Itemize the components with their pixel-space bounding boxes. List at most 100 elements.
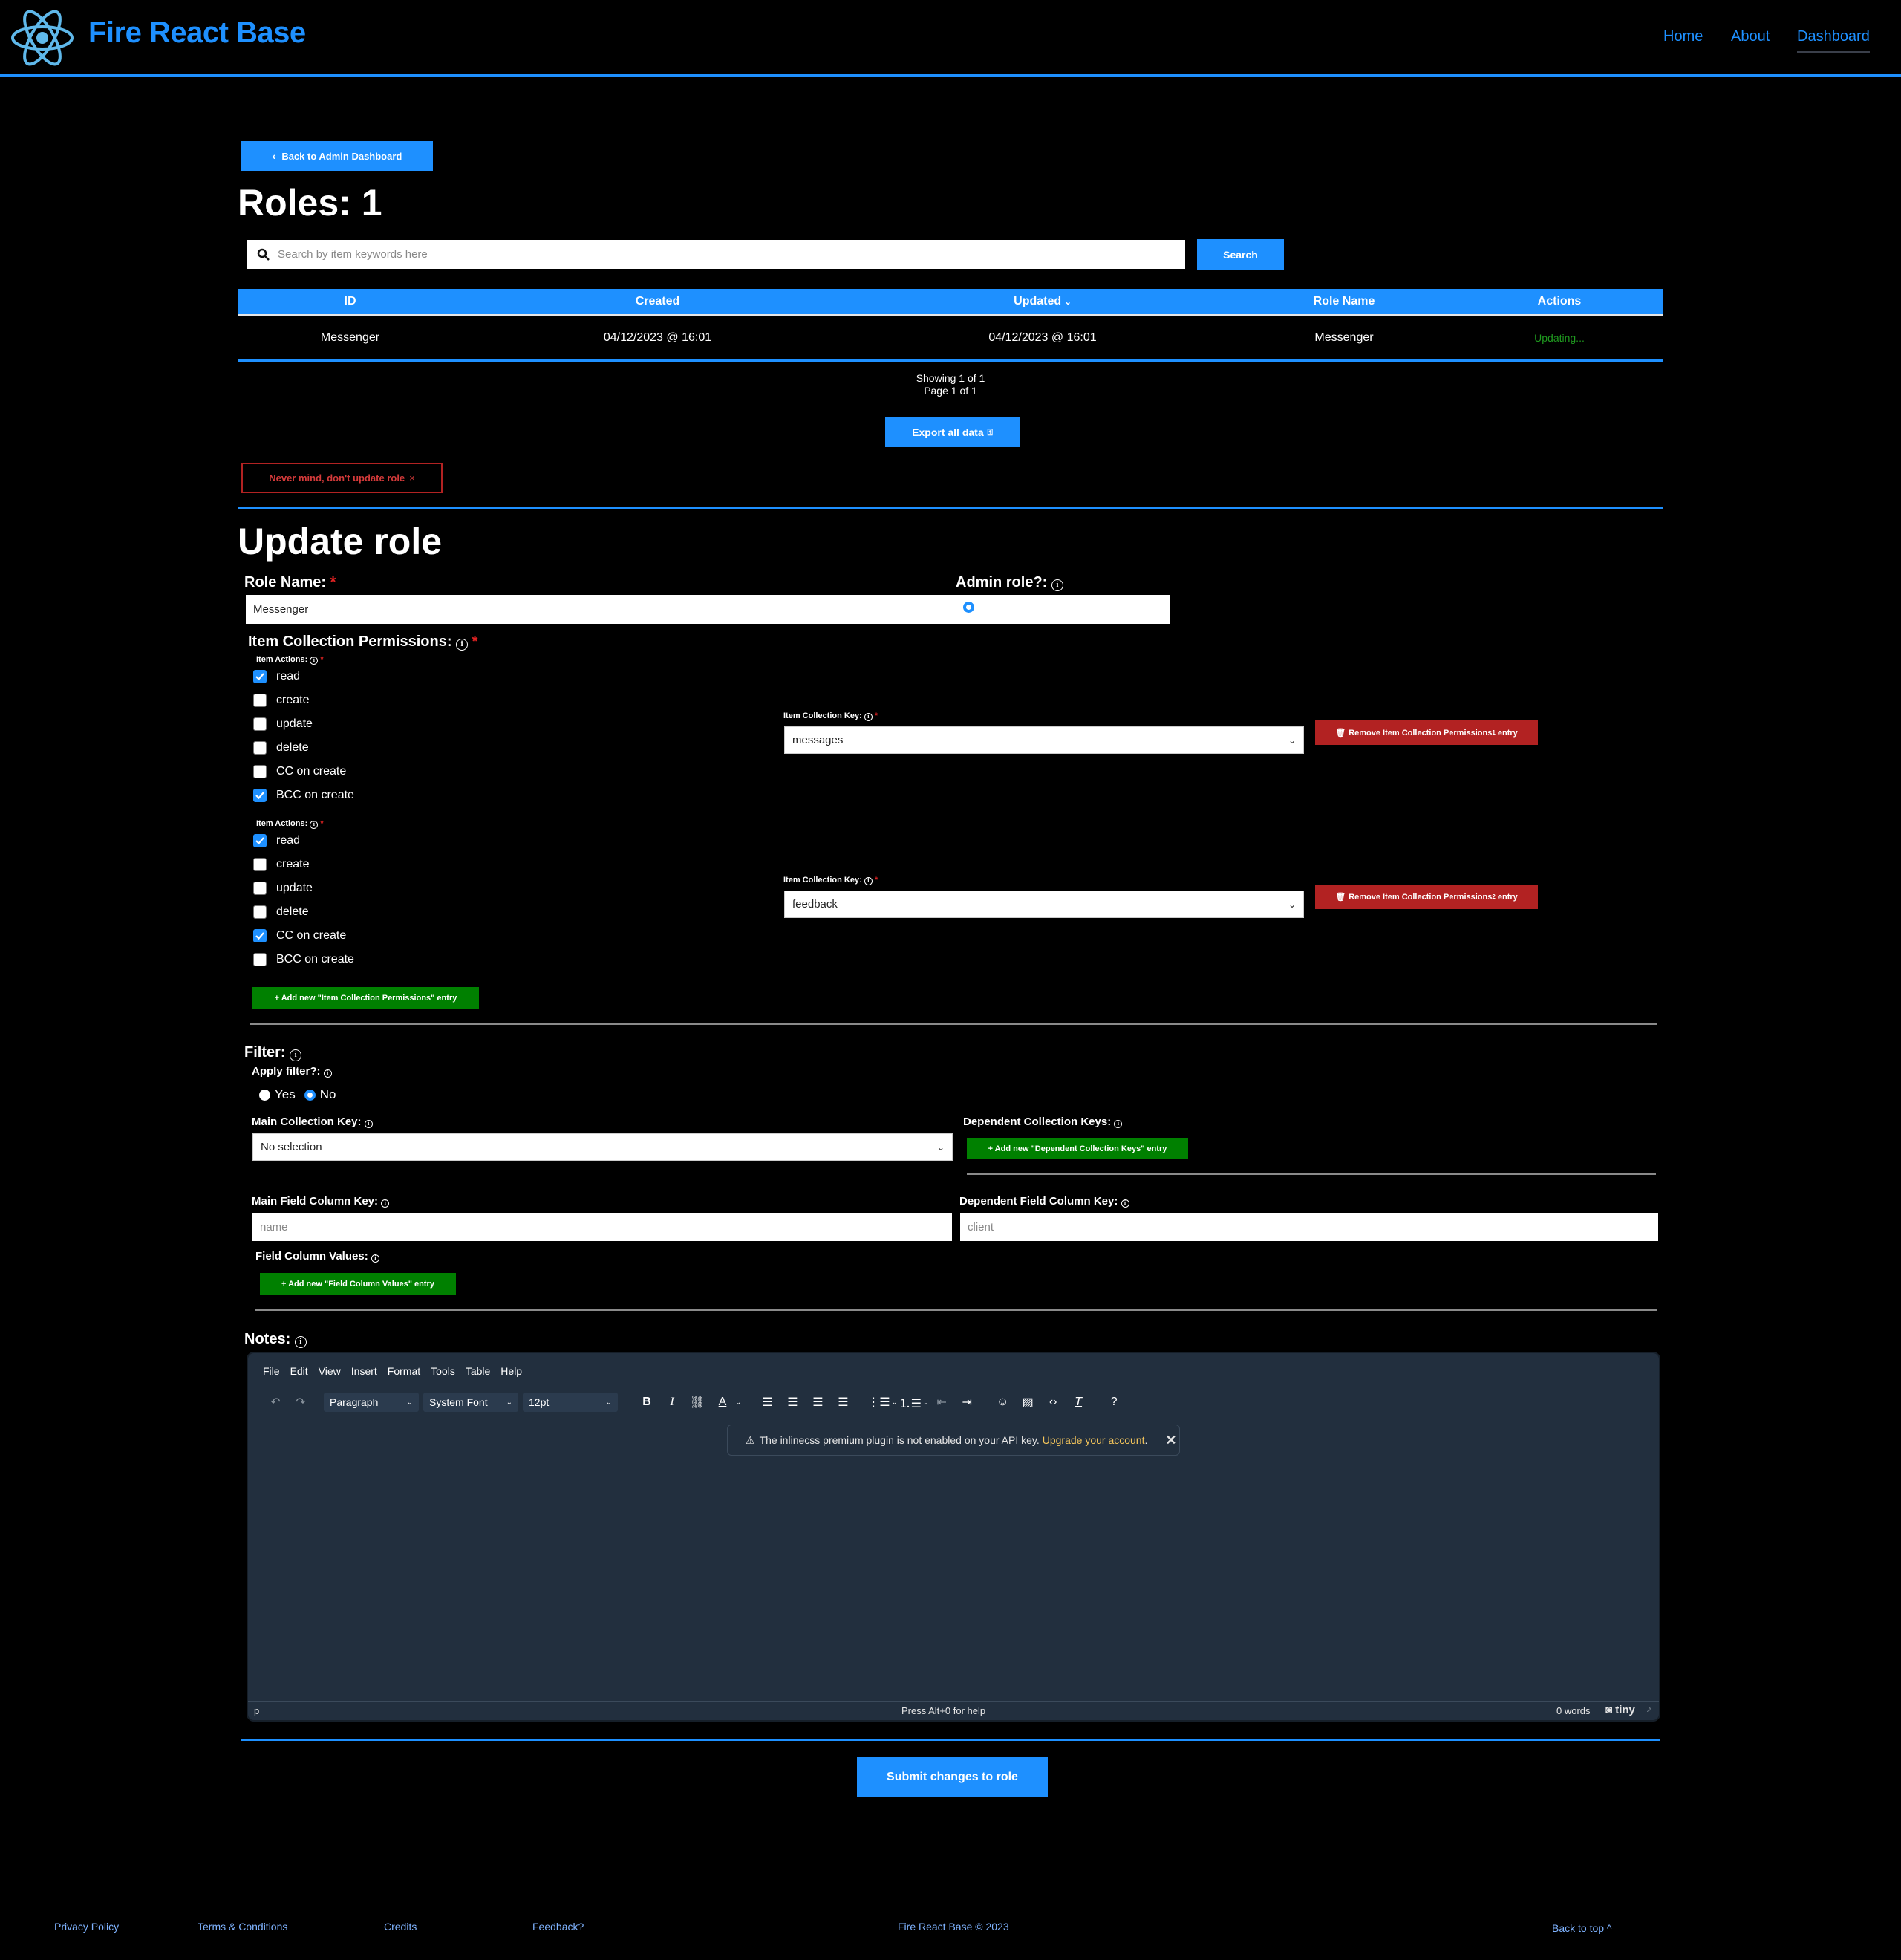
item-action-option[interactable]: CC on create: [253, 765, 346, 778]
column-header-updated[interactable]: Updated ⌄: [852, 289, 1233, 316]
item-action-checkbox[interactable]: [253, 929, 267, 942]
apply-filter-yes-radio[interactable]: [259, 1089, 270, 1101]
item-action-option[interactable]: CC on create: [253, 929, 346, 942]
menu-tools[interactable]: Tools: [431, 1365, 455, 1377]
item-action-checkbox[interactable]: [253, 858, 267, 871]
add-field-column-value-button[interactable]: + Add new "Field Column Values" entry: [260, 1273, 456, 1295]
info-icon[interactable]: i: [323, 1069, 332, 1078]
outdent-icon[interactable]: ⇤: [929, 1395, 954, 1410]
item-action-option[interactable]: create: [253, 694, 309, 707]
menu-table[interactable]: Table: [466, 1365, 490, 1377]
item-action-option[interactable]: BCC on create: [253, 953, 354, 966]
item-action-option[interactable]: delete: [253, 741, 309, 755]
info-icon[interactable]: i: [310, 821, 319, 829]
cancel-update-button[interactable]: Never mind, don't update role ×: [241, 463, 443, 493]
admin-role-yes-radio[interactable]: [963, 602, 974, 613]
image-icon[interactable]: ▨: [1015, 1395, 1040, 1410]
item-action-checkbox[interactable]: [253, 905, 267, 919]
item-action-label[interactable]: update: [276, 882, 313, 895]
menu-format[interactable]: Format: [388, 1365, 420, 1377]
item-collection-key-select-2[interactable]: feedback ⌄: [784, 891, 1304, 918]
block-format-select[interactable]: Paragraph ⌄: [324, 1393, 419, 1412]
info-icon[interactable]: i: [310, 657, 319, 665]
footer-terms-link[interactable]: Terms & Conditions: [198, 1921, 287, 1933]
submit-changes-button[interactable]: Submit changes to role: [857, 1757, 1048, 1797]
editor-content-area[interactable]: [248, 1420, 1659, 1701]
footer-privacy-policy-link[interactable]: Privacy Policy: [54, 1921, 119, 1933]
align-left-icon[interactable]: ☰: [754, 1395, 780, 1410]
item-action-label[interactable]: CC on create: [276, 929, 346, 942]
element-path[interactable]: p: [254, 1705, 259, 1716]
indent-icon[interactable]: ⇥: [954, 1395, 979, 1410]
font-size-select[interactable]: 12pt ⌄: [523, 1393, 618, 1412]
item-action-option[interactable]: create: [253, 858, 309, 871]
info-icon[interactable]: i: [290, 1049, 302, 1061]
remove-icp-entry-2-button[interactable]: 🗑 Remove Item Collection Permissions 2 en…: [1315, 885, 1538, 909]
nav-dashboard[interactable]: Dashboard: [1797, 28, 1870, 53]
info-icon[interactable]: i: [456, 639, 469, 651]
admin-role-no-radio[interactable]: [1009, 602, 1021, 613]
info-icon[interactable]: i: [864, 713, 873, 721]
help-icon[interactable]: ?: [1101, 1396, 1126, 1409]
info-icon[interactable]: i: [1114, 1120, 1123, 1128]
redo-icon[interactable]: ↷: [288, 1395, 313, 1410]
item-action-label[interactable]: create: [276, 694, 309, 707]
search-input[interactable]: [278, 240, 1185, 269]
apply-filter-no-label[interactable]: No: [320, 1087, 336, 1102]
item-action-label[interactable]: delete: [276, 741, 309, 755]
remove-icp-entry-1-button[interactable]: 🗑 Remove Item Collection Permissions 1 en…: [1315, 720, 1538, 745]
menu-insert[interactable]: Insert: [351, 1365, 377, 1377]
word-count[interactable]: 0 words: [1556, 1705, 1591, 1716]
item-action-label[interactable]: update: [276, 717, 313, 731]
dependent-field-column-key-input[interactable]: [960, 1213, 1658, 1241]
menu-view[interactable]: View: [319, 1365, 341, 1377]
emoji-icon[interactable]: ☺: [990, 1396, 1015, 1409]
undo-icon[interactable]: ↶: [263, 1395, 288, 1410]
item-collection-key-select-1[interactable]: messages ⌄: [784, 726, 1304, 754]
item-action-checkbox[interactable]: [253, 765, 267, 778]
bold-icon[interactable]: B: [634, 1396, 659, 1409]
info-icon[interactable]: i: [381, 1199, 390, 1208]
column-header-created[interactable]: Created: [463, 289, 852, 316]
footer-credits-link[interactable]: Credits: [384, 1921, 417, 1933]
apply-filter-yes-label[interactable]: Yes: [275, 1087, 296, 1102]
item-action-checkbox[interactable]: [253, 789, 267, 802]
react-logo-icon[interactable]: [9, 4, 76, 71]
item-action-option[interactable]: update: [253, 882, 313, 895]
link-icon[interactable]: ⛓: [685, 1395, 710, 1410]
footer-feedback-link[interactable]: Feedback?: [532, 1921, 584, 1933]
item-action-option[interactable]: delete: [253, 905, 309, 919]
numbered-list-icon[interactable]: ⒈☰: [898, 1393, 923, 1411]
item-action-checkbox[interactable]: [253, 953, 267, 966]
info-icon[interactable]: i: [364, 1120, 373, 1128]
item-action-checkbox[interactable]: [253, 694, 267, 707]
apply-filter-no-radio[interactable]: [304, 1089, 316, 1101]
back-to-admin-dashboard-button[interactable]: ‹ Back to Admin Dashboard: [241, 141, 433, 171]
item-action-label[interactable]: read: [276, 834, 300, 847]
item-action-checkbox[interactable]: [253, 882, 267, 895]
info-icon[interactable]: i: [864, 877, 873, 885]
main-collection-key-select[interactable]: No selection ⌄: [252, 1133, 953, 1161]
bullet-list-icon[interactable]: ⋮☰: [866, 1395, 891, 1410]
font-family-select[interactable]: System Font ⌄: [423, 1393, 518, 1412]
admin-role-no-label[interactable]: No: [1025, 599, 1042, 615]
item-action-option[interactable]: read: [253, 670, 300, 683]
menu-help[interactable]: Help: [500, 1365, 522, 1377]
brand-name[interactable]: Fire React Base: [88, 16, 306, 50]
column-header-role-name[interactable]: Role Name: [1233, 289, 1455, 316]
chevron-down-icon[interactable]: ⌄: [923, 1399, 929, 1407]
item-action-label[interactable]: create: [276, 858, 309, 871]
admin-role-yes-label[interactable]: Yes: [979, 599, 1000, 615]
italic-icon[interactable]: I: [659, 1396, 685, 1409]
export-all-data-button[interactable]: Export all data ⍐: [885, 417, 1020, 447]
table-row[interactable]: Messenger 04/12/2023 @ 16:01 04/12/2023 …: [238, 315, 1663, 362]
column-header-id[interactable]: ID: [238, 289, 463, 316]
nav-about[interactable]: About: [1731, 28, 1770, 45]
search-button[interactable]: Search: [1197, 239, 1284, 270]
align-right-icon[interactable]: ☰: [805, 1395, 830, 1410]
resize-handle-icon[interactable]: ⁄⁄: [1649, 1706, 1651, 1714]
item-action-label[interactable]: BCC on create: [276, 789, 354, 802]
item-action-label[interactable]: read: [276, 670, 300, 683]
code-icon[interactable]: ‹›: [1040, 1396, 1066, 1409]
back-to-top-link[interactable]: Back to top ^: [1552, 1922, 1612, 1934]
